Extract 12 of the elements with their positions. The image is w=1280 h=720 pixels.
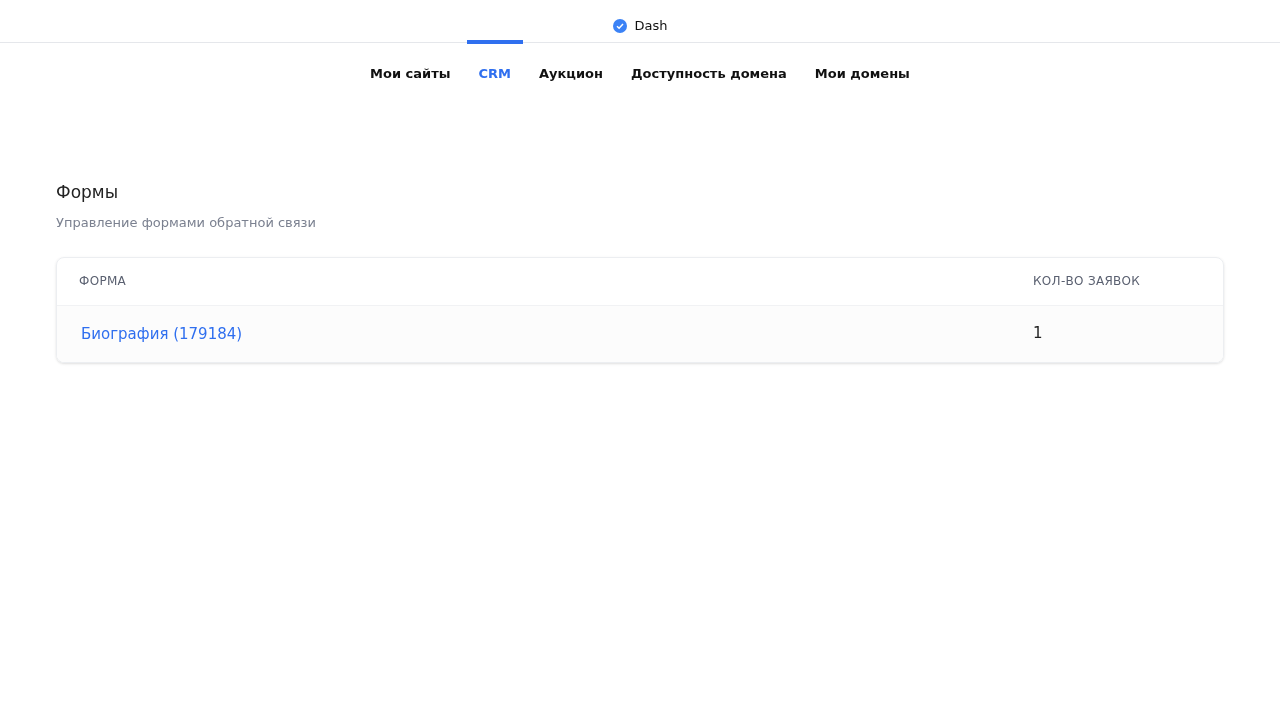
nav-tab[interactable]: Мои сайты (358, 40, 463, 94)
nav-tab[interactable]: Доступность домена (619, 40, 799, 94)
column-header: КОЛ-ВО ЗАЯВОК (1033, 273, 1142, 290)
column-header: ФОРМА (79, 273, 128, 290)
site-title: Dash (634, 17, 668, 36)
nav-tab[interactable]: Аукцион (527, 40, 616, 94)
table-cell-text: 1 (1033, 323, 1044, 345)
section-title: Формы (56, 180, 120, 204)
section-subtitle: Управление формами обратной связи (56, 214, 317, 232)
form-link[interactable]: Биография (179184) (81, 324, 243, 343)
nav-tab[interactable]: CRM (466, 40, 523, 94)
nav-tab[interactable]: Мои домены (802, 40, 922, 94)
